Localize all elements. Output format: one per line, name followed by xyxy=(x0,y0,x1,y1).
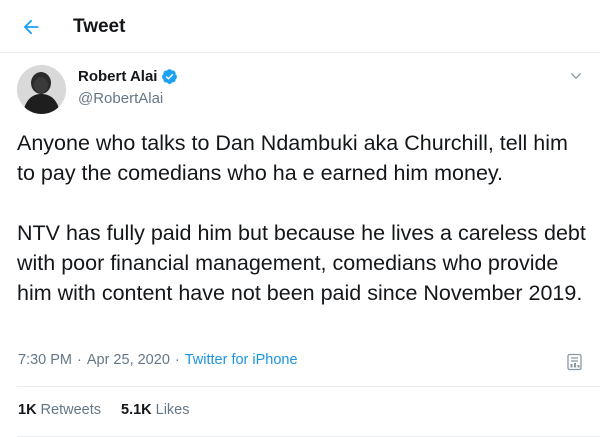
author-display-name[interactable]: Robert Alai xyxy=(78,68,157,85)
author-name-row: Robert Alai xyxy=(78,68,178,85)
tweet-metadata: 7:30 PM · Apr 25, 2020 · Twitter for iPh… xyxy=(18,352,298,368)
page-title: Tweet xyxy=(73,16,126,37)
more-options-button[interactable] xyxy=(566,66,586,86)
analytics-icon xyxy=(567,353,582,371)
separator: · xyxy=(174,352,180,368)
chevron-down-icon xyxy=(570,73,582,80)
avatar[interactable] xyxy=(17,65,66,114)
author-handle[interactable]: @RobertAlai xyxy=(78,90,163,107)
engagement-stats: 1K Retweets 5.1K Likes xyxy=(18,402,210,418)
analytics-button[interactable] xyxy=(566,353,584,371)
tweet-time[interactable]: 7:30 PM xyxy=(18,352,72,368)
separator: · xyxy=(77,352,82,368)
tweet-paragraph: NTV has fully paid him but because he li… xyxy=(17,221,586,305)
arrow-left-icon xyxy=(23,19,39,35)
back-button[interactable] xyxy=(16,12,46,42)
retweets-stat[interactable]: 1K Retweets xyxy=(18,402,101,418)
tweet-text: Anyone who talks to Dan Ndambuki aka Chu… xyxy=(17,128,589,308)
divider xyxy=(17,386,600,387)
retweets-count: 1K xyxy=(18,402,37,418)
likes-label: Likes xyxy=(155,402,190,418)
tweet-date[interactable]: Apr 25, 2020 xyxy=(87,352,170,368)
likes-count: 5.1K xyxy=(121,402,152,418)
page-header: Tweet xyxy=(0,0,600,53)
tweet-source-link[interactable]: Twitter for iPhone xyxy=(185,352,298,368)
verified-badge-icon xyxy=(162,69,178,84)
tweet-paragraph: Anyone who talks to Dan Ndambuki aka Chu… xyxy=(17,131,568,185)
profile-photo xyxy=(17,65,66,114)
retweets-label: Retweets xyxy=(40,402,101,418)
likes-stat[interactable]: 5.1K Likes xyxy=(121,402,190,418)
